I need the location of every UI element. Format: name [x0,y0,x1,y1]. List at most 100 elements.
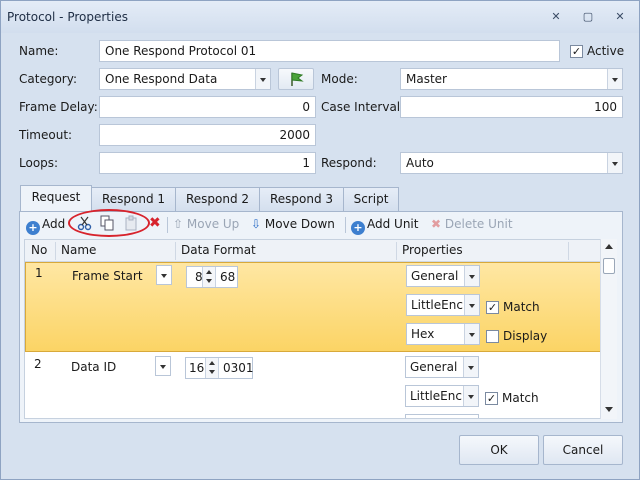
add-unit-label: Add Unit [367,217,419,231]
timeout-label: Timeout: [19,128,73,142]
grid-scrollbar[interactable] [600,239,617,419]
chevron-down-icon[interactable] [607,153,622,173]
tab-script[interactable]: Script [343,187,399,211]
respond-label: Respond: [321,156,377,170]
chevron-down-icon[interactable] [255,69,270,89]
move-down-button[interactable]: ⇩ Move Down [251,216,335,234]
column-divider [175,242,176,260]
prop-value: General [410,360,458,374]
column-header-no: No [31,243,48,257]
active-label: Active [587,44,625,58]
display-label: Display [503,329,548,343]
mode-select[interactable]: Master [400,68,623,90]
tab-request[interactable]: Request [20,185,92,212]
chevron-down-icon[interactable] [464,266,479,286]
match-checkbox[interactable]: ✓ [486,301,499,314]
menu-icon[interactable]: ✕ [547,9,565,25]
display-checkbox[interactable] [486,330,499,343]
mode-value: Master [406,72,447,86]
name-field[interactable]: One Respond Protocol 01 [99,40,560,62]
tab-respond-1[interactable]: Respond 1 [91,187,176,211]
annotation-highlight [68,209,150,237]
column-header-properties: Properties [402,243,463,257]
prop-value: LittleEnc [410,389,462,403]
chevron-down-icon[interactable] [607,69,622,89]
delete-unit-button[interactable]: ✖ Delete Unit [431,216,513,234]
case-interval-field[interactable]: 100 [400,96,623,118]
row-name: Data ID [71,360,117,374]
add-unit-button[interactable]: + Add Unit [351,216,419,235]
table-row[interactable]: 2 Data ID 16 0301 General LittleEnc ✓ Ma… [25,353,601,418]
chevron-down-icon[interactable] [464,295,479,315]
add-button[interactable]: + Add [26,216,65,235]
length-spinner[interactable]: 8 68 [186,266,238,288]
chevron-down-icon[interactable] [155,356,171,376]
frame-delay-field[interactable]: 0 [99,96,316,118]
prop-select-general[interactable]: General [406,265,480,287]
column-divider [396,242,397,260]
prop-value: LittleEnc [411,298,463,312]
delete-unit-label: Delete Unit [444,217,513,231]
scroll-up-icon[interactable] [605,244,613,249]
row-no: 2 [34,357,42,371]
column-divider [568,242,569,260]
prop-value: Hex [411,327,435,341]
flag-button[interactable] [278,68,314,90]
toolbar-separator [167,217,168,233]
delete-icon[interactable]: ✖ [149,215,161,233]
respond-value: Auto [406,156,434,170]
category-label: Category: [19,72,77,86]
close-icon[interactable]: ✕ [611,9,629,25]
properties-window: Protocol - Properties ✕ ▢ ✕ Name: One Re… [0,0,640,480]
chevron-down-icon[interactable] [156,265,172,285]
move-up-label: Move Up [186,217,240,231]
case-interval-label: Case Interval: [321,100,405,114]
spinner-arrows-icon[interactable] [205,358,219,378]
loops-label: Loops: [19,156,59,170]
prop-select-general[interactable]: General [405,356,479,378]
scroll-thumb[interactable] [603,258,615,274]
row-no: 1 [35,266,43,280]
window-title: Protocol - Properties [7,10,128,24]
prop-select-endian[interactable]: LittleEnc [406,294,480,316]
table-row[interactable]: 1 Frame Start 8 68 General LittleEnc ✓ M… [25,262,601,352]
format-value: 0301 [223,361,254,375]
respond-select[interactable]: Auto [400,152,623,174]
frame-delay-label: Frame Delay: [19,100,98,114]
units-grid[interactable]: No Name Data Format Properties 1 Frame S… [24,239,617,419]
chevron-down-icon[interactable] [464,324,479,344]
timeout-field[interactable]: 2000 [99,124,316,146]
move-up-button[interactable]: ⇧ Move Up [173,216,239,234]
length-spinner[interactable]: 16 0301 [185,357,254,379]
chevron-down-icon[interactable] [463,386,478,406]
column-header-name: Name [61,243,97,257]
name-label: Name: [19,44,59,58]
arrow-down-icon: ⇩ [251,217,262,231]
arrow-up-icon: ⇧ [173,217,184,231]
scroll-down-icon[interactable] [605,407,613,412]
format-value: 68 [220,270,236,284]
prop-select-format[interactable]: Hex [406,323,480,345]
add-icon: + [351,221,365,235]
ok-button[interactable]: OK [459,435,539,465]
add-icon: + [26,221,40,235]
mode-label: Mode: [321,72,358,86]
minimize-icon[interactable]: ▢ [579,9,597,25]
chevron-down-icon[interactable] [463,357,478,377]
spinner-arrows-icon[interactable] [202,267,216,287]
grid-header: No Name Data Format Properties [25,240,601,262]
match-label: Match [502,391,539,405]
row-name: Frame Start [72,269,143,283]
prop-select-format[interactable] [405,414,479,418]
tab-respond-2[interactable]: Respond 2 [175,187,260,211]
tab-respond-3[interactable]: Respond 3 [259,187,344,211]
cancel-button[interactable]: Cancel [543,435,623,465]
loops-field[interactable]: 1 [99,152,316,174]
column-header-data-format: Data Format [181,243,256,257]
active-checkbox[interactable]: ✓ [570,45,583,58]
match-checkbox[interactable]: ✓ [485,392,498,405]
match-label: Match [503,300,540,314]
toolbar-separator [345,217,346,233]
prop-select-endian[interactable]: LittleEnc [405,385,479,407]
category-select[interactable]: One Respond Data [99,68,271,90]
